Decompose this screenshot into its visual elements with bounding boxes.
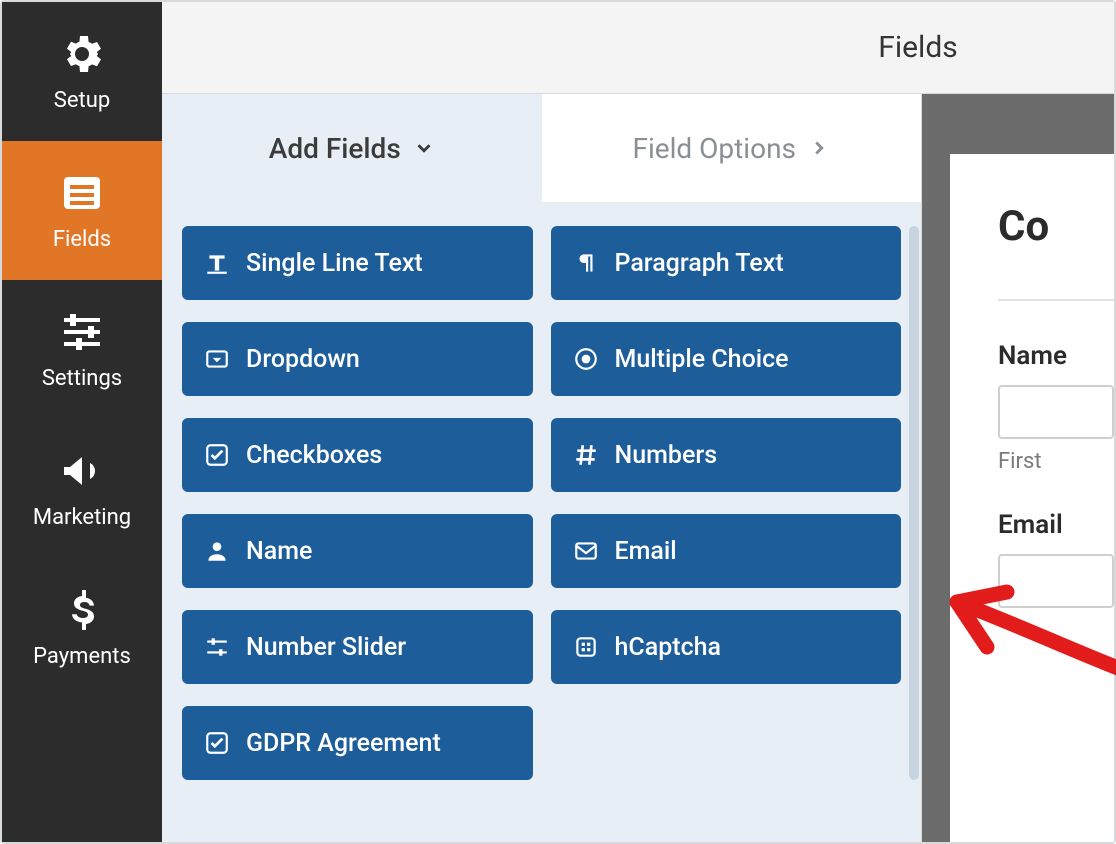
person-icon xyxy=(204,538,230,564)
page-title: Fields xyxy=(878,30,957,65)
sliders-icon xyxy=(204,634,230,660)
sidebar-item-setup[interactable]: Setup xyxy=(2,2,162,141)
preview-panel: Co Name First Email xyxy=(922,94,1114,842)
sliders-icon xyxy=(58,308,106,356)
field-label: Dropdown xyxy=(246,345,360,374)
email-label: Email xyxy=(998,510,1114,540)
hcaptcha-icon xyxy=(573,634,599,660)
field-label: Paragraph Text xyxy=(615,249,784,278)
field-label: GDPR Agreement xyxy=(246,729,441,758)
divider xyxy=(998,299,1114,301)
scrollbar[interactable] xyxy=(909,226,919,780)
tabbar: Add Fields Field Options xyxy=(162,94,921,202)
field-email[interactable]: Email xyxy=(551,514,902,588)
first-sublabel: First xyxy=(998,449,1114,474)
sidebar-item-settings[interactable]: Settings xyxy=(2,280,162,419)
tab-field-options[interactable]: Field Options xyxy=(542,94,922,202)
bullhorn-icon xyxy=(58,447,106,495)
main-area: Fields Add Fields Field Options xyxy=(162,2,1114,842)
name-label: Name xyxy=(998,341,1114,371)
sidebar-item-fields[interactable]: Fields xyxy=(2,141,162,280)
field-numbers[interactable]: Numbers xyxy=(551,418,902,492)
radio-icon xyxy=(573,346,599,372)
chevron-right-icon xyxy=(808,137,830,159)
sidebar: Setup Fields Settings Marketing Payments xyxy=(2,2,162,842)
email-input[interactable] xyxy=(998,554,1114,608)
form-preview: Co Name First Email xyxy=(950,154,1114,842)
gear-icon xyxy=(58,30,106,78)
fields-panel: Add Fields Field Options Single Line Tex… xyxy=(162,94,922,842)
dollar-icon xyxy=(58,586,106,634)
checkbox-icon xyxy=(204,730,230,756)
checkbox-icon xyxy=(204,442,230,468)
field-label: Email xyxy=(615,537,677,566)
text-icon xyxy=(204,250,230,276)
chevron-down-icon xyxy=(413,137,435,159)
field-hcaptcha[interactable]: hCaptcha xyxy=(551,610,902,684)
tab-add-fields[interactable]: Add Fields xyxy=(162,94,542,202)
paragraph-icon xyxy=(573,250,599,276)
envelope-icon xyxy=(573,538,599,564)
list-icon xyxy=(58,169,106,217)
field-label: Checkboxes xyxy=(246,441,382,470)
tab-label: Field Options xyxy=(632,132,796,165)
field-label: Name xyxy=(246,537,312,566)
field-name[interactable]: Name xyxy=(182,514,533,588)
topbar: Fields xyxy=(162,2,1114,94)
sidebar-item-payments[interactable]: Payments xyxy=(2,558,162,697)
field-number-slider[interactable]: Number Slider xyxy=(182,610,533,684)
field-label: Single Line Text xyxy=(246,249,423,278)
field-label: hCaptcha xyxy=(615,633,721,662)
field-gdpr-agreement[interactable]: GDPR Agreement xyxy=(182,706,533,780)
dropdown-icon xyxy=(204,346,230,372)
field-label: Multiple Choice xyxy=(615,345,789,374)
sidebar-item-label: Marketing xyxy=(33,505,131,530)
tab-label: Add Fields xyxy=(269,132,401,165)
sidebar-item-marketing[interactable]: Marketing xyxy=(2,419,162,558)
field-checkboxes[interactable]: Checkboxes xyxy=(182,418,533,492)
form-title: Co xyxy=(998,202,1114,251)
field-multiple-choice[interactable]: Multiple Choice xyxy=(551,322,902,396)
sidebar-item-label: Fields xyxy=(53,227,111,252)
sidebar-item-label: Setup xyxy=(54,88,110,113)
field-label: Number Slider xyxy=(246,633,406,662)
field-label: Numbers xyxy=(615,441,718,470)
field-paragraph-text[interactable]: Paragraph Text xyxy=(551,226,902,300)
field-grid: Single Line Text Paragraph Text Dropdown… xyxy=(162,202,921,804)
first-name-input[interactable] xyxy=(998,385,1114,439)
sidebar-item-label: Settings xyxy=(42,366,122,391)
hash-icon xyxy=(573,442,599,468)
field-dropdown[interactable]: Dropdown xyxy=(182,322,533,396)
field-single-line-text[interactable]: Single Line Text xyxy=(182,226,533,300)
sidebar-item-label: Payments xyxy=(33,644,131,669)
